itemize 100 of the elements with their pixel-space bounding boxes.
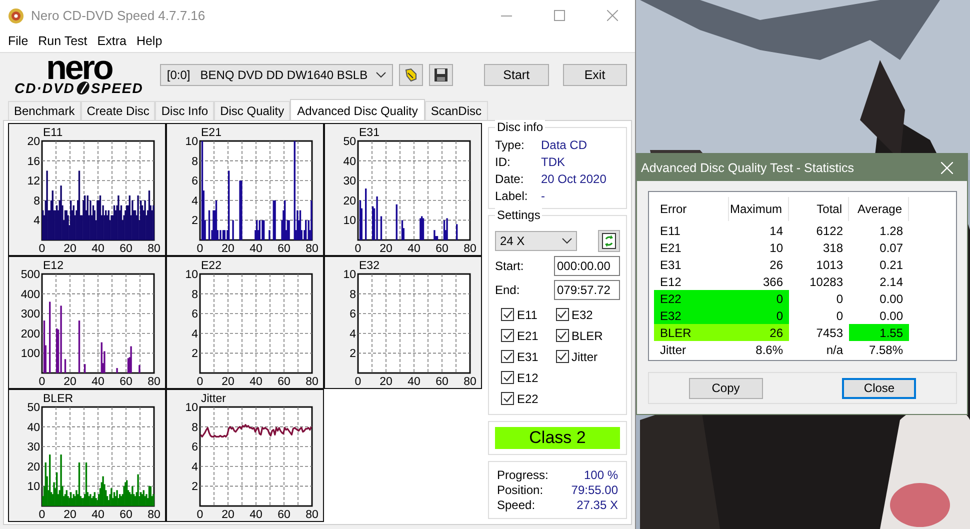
axis-label: 40 xyxy=(250,509,262,520)
chart-title: E12 xyxy=(43,260,64,272)
table-cell-text: 7.58% xyxy=(868,342,904,358)
dialog-button[interactable]: Close xyxy=(842,378,916,398)
info-value: Data CD xyxy=(541,138,588,152)
tab[interactable]: Benchmark xyxy=(8,101,81,120)
axis-label: 80 xyxy=(306,376,318,387)
window-title: Nero CD-DVD Speed 4.7.7.16 xyxy=(31,8,206,23)
axis-label: 6 xyxy=(350,308,356,321)
axis-label: 80 xyxy=(306,243,318,254)
axis-label: 2 xyxy=(350,348,356,360)
progress-value: 27.35 X xyxy=(576,498,618,512)
axis-label: 80 xyxy=(464,243,476,254)
axis-label: 60 xyxy=(120,509,132,520)
table-cell-text: 6122 xyxy=(815,222,844,239)
table-cell-text: 10 xyxy=(768,240,784,256)
table-cell: BLER xyxy=(654,324,729,341)
drive-dropdown[interactable]: [0:0] BENQ DVD DD DW1640 BSLB xyxy=(160,64,394,86)
axis-label: 10 xyxy=(185,136,198,148)
axis-label: 6 xyxy=(192,176,198,188)
axis-label: 4 xyxy=(192,328,198,340)
axis-label: 40 xyxy=(343,156,356,168)
checkbox-label: Jitter xyxy=(572,350,598,364)
speed-dropdown[interactable]: 24 X xyxy=(495,231,577,251)
logo-text: CD·DVD xyxy=(14,81,75,96)
info-value: - xyxy=(541,189,546,203)
axis-label: 40 xyxy=(92,376,104,387)
progress-label: Position: xyxy=(497,483,544,497)
axis-label: 12 xyxy=(27,176,40,188)
info-value: TDK xyxy=(541,155,566,169)
logo-text: nero xyxy=(46,55,112,82)
axis-label: 40 xyxy=(250,376,262,387)
table-cell: 0 xyxy=(729,307,789,324)
checkbox-label: E32 xyxy=(572,308,593,322)
menu-item[interactable]: Run Test xyxy=(33,34,92,48)
axis-label: 50 xyxy=(343,136,356,148)
axis-label: 30 xyxy=(27,442,40,454)
menu-item[interactable]: File xyxy=(3,34,34,48)
axis-label: 0 xyxy=(196,243,204,254)
tab[interactable]: Disc Quality xyxy=(214,101,290,120)
axis-label: 2 xyxy=(192,481,198,494)
axis-label: 10 xyxy=(185,269,198,281)
toolbar-button[interactable]: Start xyxy=(484,64,549,86)
dialog-title: Advanced Disc Quality Test - Statistics xyxy=(641,160,856,174)
axis-label: 40 xyxy=(408,243,420,254)
axis-label: 80 xyxy=(464,376,476,387)
axis-label: 0 xyxy=(196,376,204,387)
table-cell-text: 10283 xyxy=(808,274,844,290)
info-label: Label: xyxy=(495,189,529,203)
chart-title: E11 xyxy=(43,127,63,139)
end-field[interactable]: 079:57.72 xyxy=(554,280,620,300)
axis-label: 10 xyxy=(343,269,356,281)
axis-label: 6 xyxy=(192,442,198,454)
column-header: Maximum xyxy=(729,197,789,221)
chart-title: E31 xyxy=(359,127,380,139)
axis-label: 6 xyxy=(192,308,198,321)
axis-label: 40 xyxy=(250,243,262,254)
column-header: Total xyxy=(789,197,849,221)
axis-label: 60 xyxy=(278,376,290,387)
start-field[interactable]: 000:00.00 xyxy=(554,256,620,276)
table-cell-text: 0.21 xyxy=(878,256,904,273)
table-cell-text: 0 xyxy=(835,308,844,324)
table-cell-text: 2.14 xyxy=(878,274,904,290)
menu-item[interactable]: Extra xyxy=(92,34,132,48)
tab[interactable]: Advanced Disc Quality xyxy=(290,99,425,121)
axis-label: 40 xyxy=(92,509,104,520)
table-cell-text: 26 xyxy=(768,256,784,273)
logo-text: SPEED xyxy=(90,81,144,96)
tab[interactable]: Create Disc xyxy=(80,101,156,120)
axis-label: 40 xyxy=(92,243,104,254)
axis-label: 0 xyxy=(38,376,46,387)
checkbox-label: E31 xyxy=(517,350,538,364)
result-banner: Class 2 xyxy=(495,427,620,449)
group-title: Settings xyxy=(495,208,542,222)
menu-item[interactable]: Help xyxy=(131,34,168,48)
info-label: Date: xyxy=(495,172,525,186)
dialog-button[interactable]: Copy xyxy=(688,378,763,398)
axis-label: 10 xyxy=(27,481,40,494)
table-cell: 0 xyxy=(729,290,789,307)
axis-label: 4 xyxy=(192,195,198,208)
info-label: Type: xyxy=(495,138,526,152)
tab[interactable]: ScanDisc xyxy=(424,101,488,120)
table-cell-text: 7453 xyxy=(815,324,844,341)
axis-label: 60 xyxy=(436,243,448,254)
checkbox-label: E22 xyxy=(517,392,538,406)
progress-label: Progress: xyxy=(497,468,550,482)
toolbar-button[interactable]: Exit xyxy=(562,64,627,86)
chart-title: BLER xyxy=(43,393,74,405)
field-label: Start: xyxy=(495,259,524,273)
group-title: Disc info xyxy=(495,120,546,134)
axis-label: 0 xyxy=(38,509,46,520)
table-cell: E32 xyxy=(654,307,729,324)
table-cell-text: 1.28 xyxy=(878,222,904,239)
axis-label: 20 xyxy=(380,243,392,254)
axis-label: 500 xyxy=(20,269,40,281)
chart-title: E32 xyxy=(359,260,380,272)
table-cell-text: 0 xyxy=(835,290,844,307)
progress-label: Speed: xyxy=(497,498,536,512)
tab[interactable]: Disc Info xyxy=(155,101,214,120)
axis-label: 2 xyxy=(192,215,198,228)
